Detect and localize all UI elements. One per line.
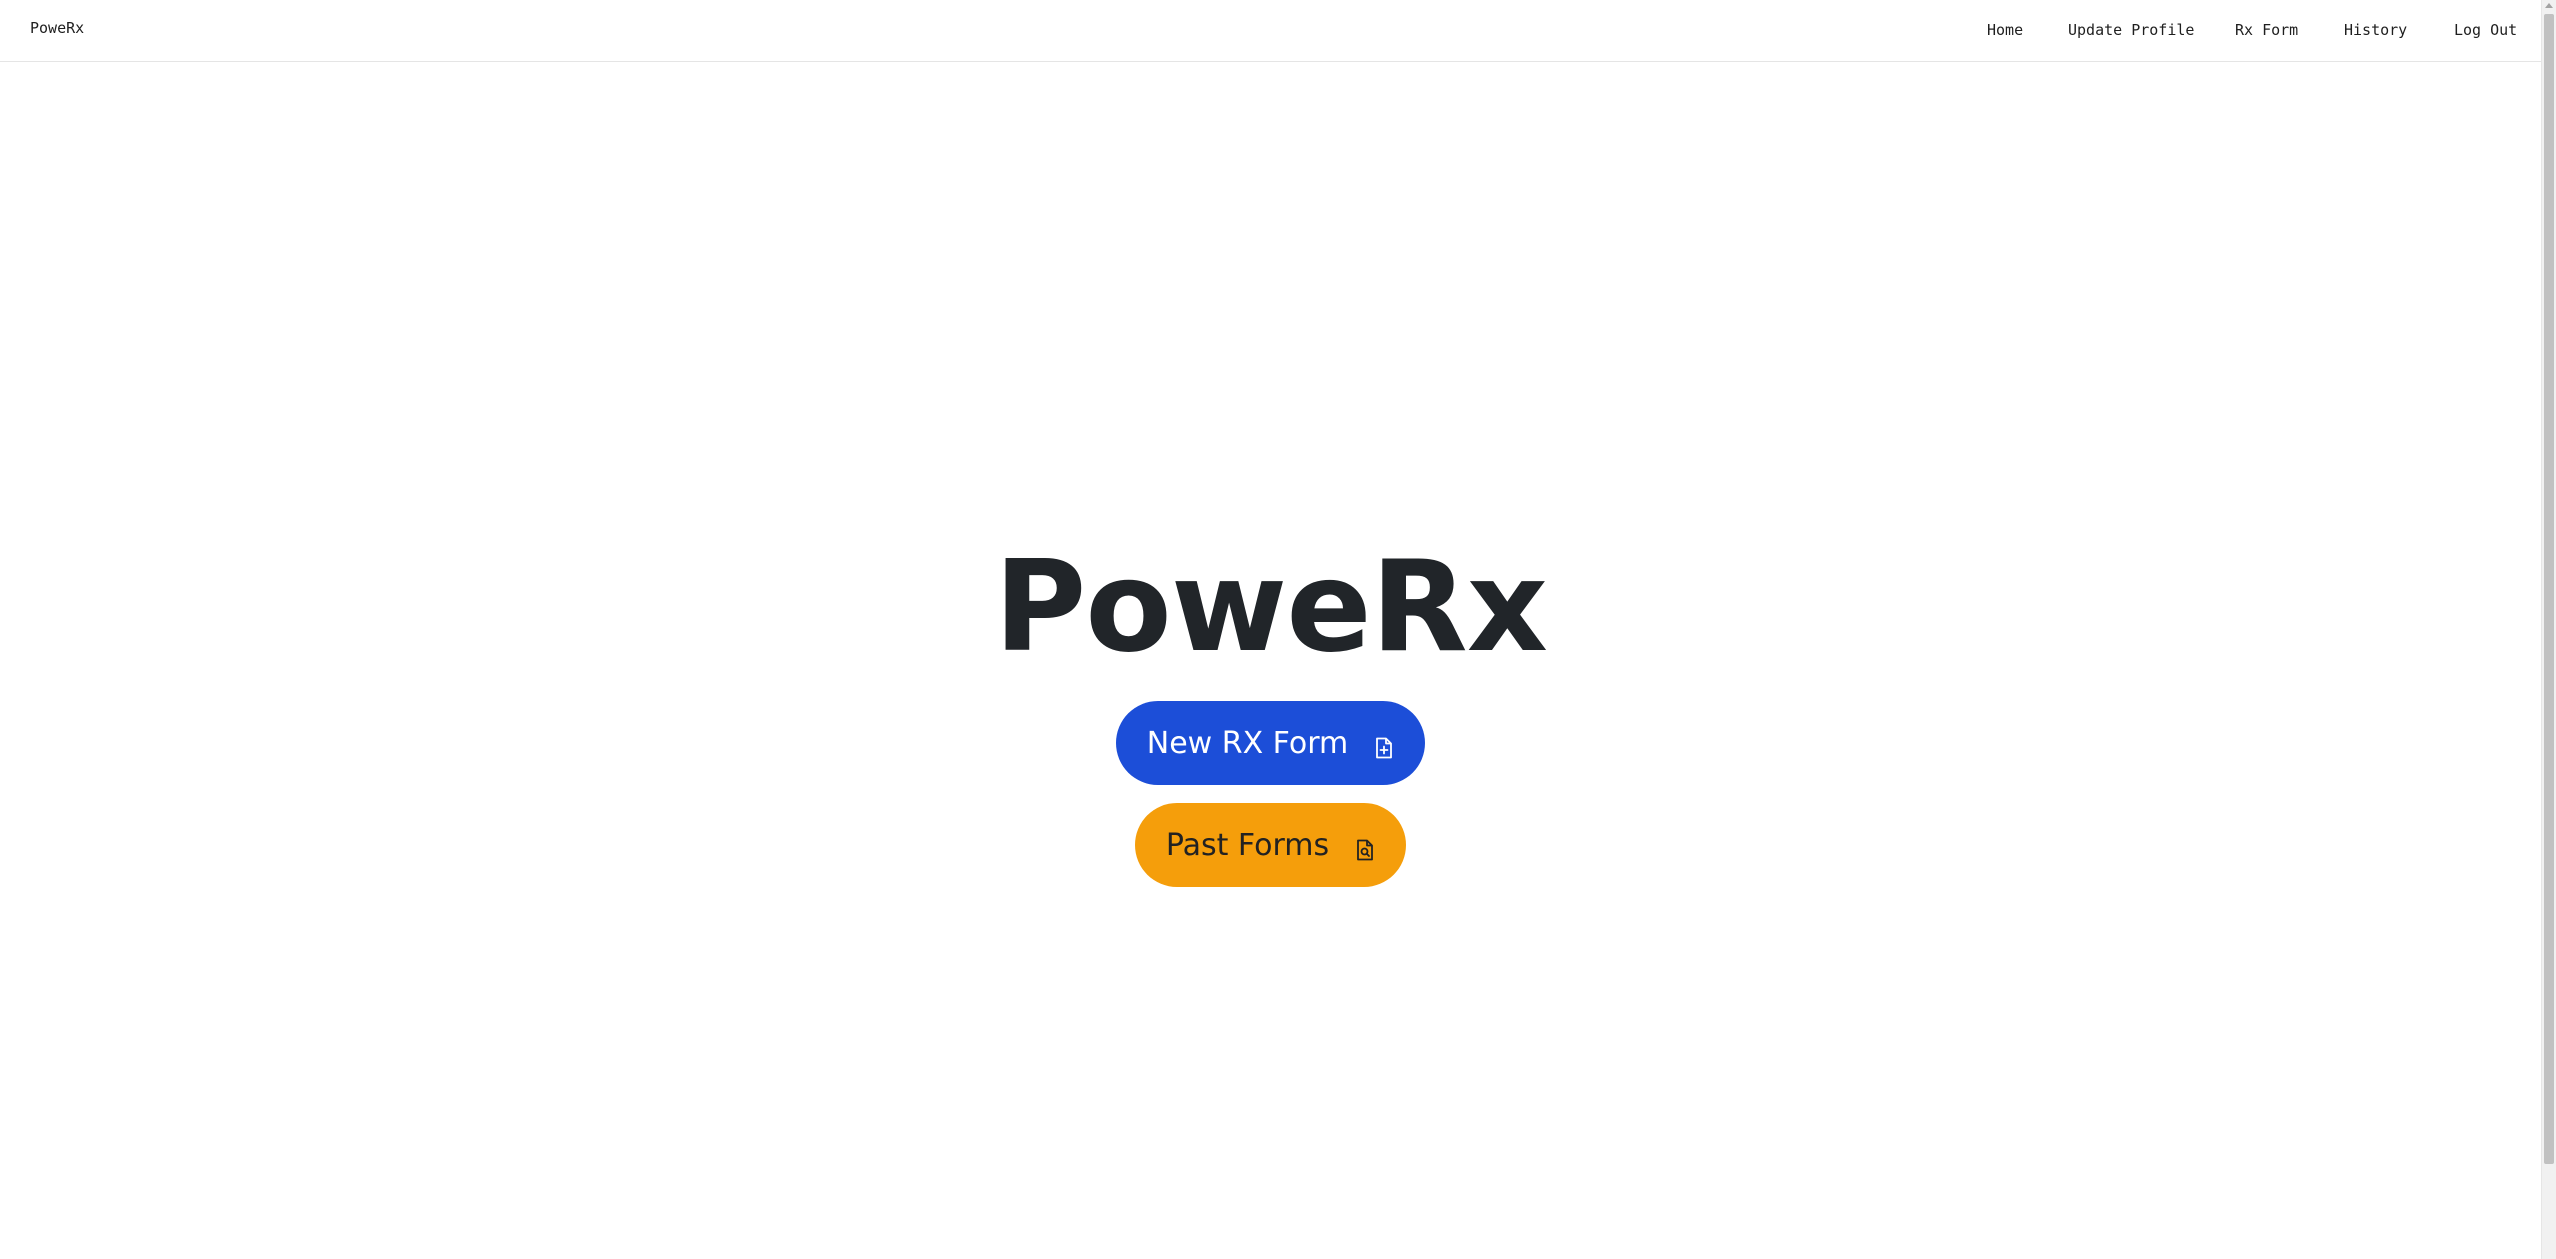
- file-search-icon: [1355, 834, 1375, 861]
- hero-title: PoweRx: [993, 533, 1548, 680]
- scrollbar-thumb[interactable]: [2544, 14, 2554, 1164]
- vertical-scrollbar[interactable]: [2541, 0, 2556, 1259]
- file-plus-icon: [1374, 732, 1394, 759]
- past-forms-label: Past Forms: [1165, 827, 1330, 863]
- hero-section: PoweRx New RX Form Past Forms: [0, 0, 2541, 1259]
- past-forms-button[interactable]: Past Forms: [1135, 803, 1406, 887]
- scroll-up-arrow-icon[interactable]: [2545, 3, 2553, 8]
- new-rx-form-button[interactable]: New RX Form: [1116, 701, 1425, 785]
- new-rx-form-label: New RX Form: [1146, 725, 1349, 761]
